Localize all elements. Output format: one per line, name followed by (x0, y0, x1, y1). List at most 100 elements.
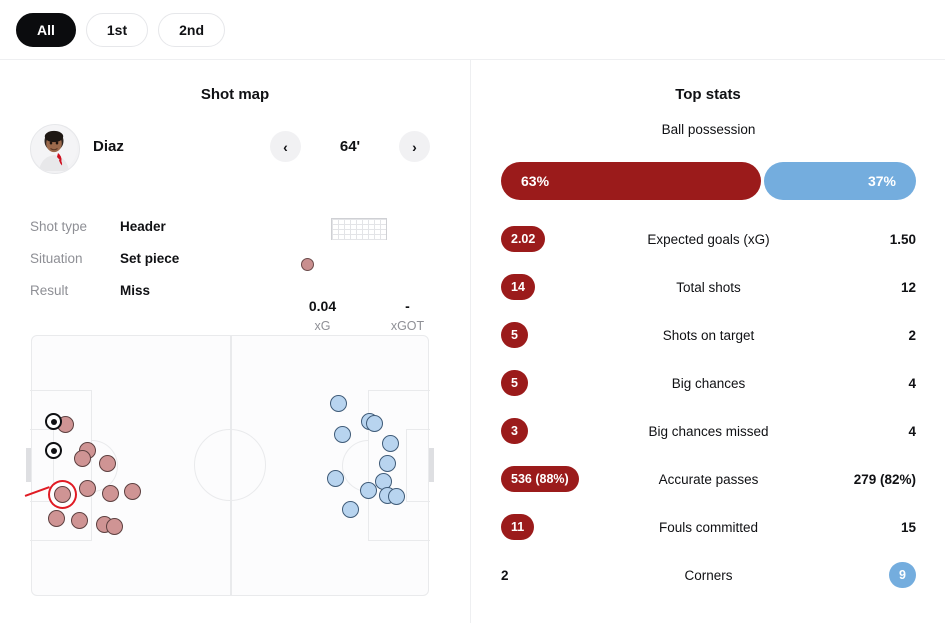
detail-label: Result (30, 282, 69, 298)
stat-label: Total shots (676, 279, 741, 295)
xg-label: xG (314, 319, 331, 333)
stat-away-cell: 9 (796, 562, 916, 588)
xgot-value: - (405, 298, 410, 314)
stat-home-value: 2 (501, 567, 509, 583)
shot-marker-home[interactable] (71, 512, 88, 529)
panels-container: Shot map Diaz ‹ 64' › Shot type Header S… (0, 60, 945, 623)
top-stats-title: Top stats (675, 86, 741, 103)
detail-value: Set piece (120, 250, 180, 266)
center-circle (194, 429, 266, 501)
stat-home-badge: 11 (501, 514, 535, 540)
shot-marker-home[interactable] (99, 455, 116, 472)
stat-away-value: 4 (908, 375, 916, 391)
stat-row: 536 (88%) Accurate passes 279 (82%) (501, 455, 916, 503)
stat-away-cell: 2 (796, 328, 916, 343)
tab-all[interactable]: All (16, 12, 76, 47)
stat-away-value: 2 (908, 327, 916, 343)
stat-home-badge: 2.02 (501, 226, 546, 252)
xg-value: 0.04 (308, 298, 337, 314)
shot-marker-home[interactable] (48, 510, 65, 527)
stat-label: Shots on target (662, 327, 755, 343)
shot-marker-away[interactable] (382, 435, 399, 452)
stat-label: Accurate passes (658, 471, 759, 487)
stat-home-cell: 536 (88%) (501, 466, 621, 492)
goal-right (429, 448, 434, 482)
shot-marker-away[interactable] (360, 482, 377, 499)
stat-away-badge: 9 (889, 562, 916, 588)
xgot-label: xGOT (390, 319, 425, 333)
shot-marker-away[interactable] (330, 395, 347, 412)
detail-row-situation: Situation Set piece (30, 242, 280, 274)
stat-row: 3 Big chances missed 4 (501, 407, 916, 455)
stat-home-cell: 5 (501, 322, 621, 348)
possession-away-segment: 37% (763, 162, 916, 200)
stat-home-badge: 536 (88%) (501, 466, 579, 492)
shot-marker-away[interactable] (334, 426, 351, 443)
stat-away-value: 12 (900, 279, 916, 295)
stat-home-badge: 5 (501, 322, 528, 348)
shot-minute: 64' (339, 138, 361, 155)
detail-value: Header (120, 218, 166, 234)
stat-row: 2 Corners 9 (501, 551, 916, 599)
goal-marker-icon[interactable] (45, 413, 62, 430)
chevron-right-icon[interactable]: › (399, 131, 430, 162)
stat-away-cell: 4 (796, 424, 916, 439)
detail-label: Shot type (30, 218, 88, 234)
tab-first-half[interactable]: 1st (85, 12, 149, 47)
goal-left (26, 448, 31, 482)
stat-away-cell: 12 (796, 280, 916, 295)
stat-home-badge: 3 (501, 418, 528, 444)
stat-away-value: 4 (908, 423, 916, 439)
shot-marker-away[interactable] (366, 415, 383, 432)
stat-label: Corners (684, 567, 733, 583)
shot-marker-away[interactable] (327, 470, 344, 487)
stat-label: Fouls committed (658, 519, 759, 535)
pitch-diagram[interactable] (24, 335, 434, 596)
possession-label: Ball possession (661, 122, 756, 137)
detail-row-shot-type: Shot type Header (30, 210, 280, 242)
stat-row: 5 Shots on target 2 (501, 311, 916, 359)
xg-column: 0.04 xG (280, 298, 365, 333)
stat-home-badge: 5 (501, 370, 528, 396)
stat-away-cell: 4 (796, 376, 916, 391)
stat-home-cell: 5 (501, 370, 621, 396)
shot-marker-home[interactable] (79, 480, 96, 497)
stat-away-value: 15 (900, 519, 916, 535)
shot-marker-home[interactable] (124, 483, 141, 500)
chevron-left-icon[interactable]: ‹ (270, 131, 301, 162)
shot-placement-marker (301, 258, 314, 271)
stat-away-cell: 15 (796, 520, 916, 535)
stat-row: 5 Big chances 4 (501, 359, 916, 407)
stat-label: Big chances missed (648, 423, 769, 439)
stat-home-cell: 3 (501, 418, 621, 444)
shot-marker-home[interactable] (106, 518, 123, 535)
shot-marker-selected[interactable] (54, 486, 71, 503)
shot-player-row: Diaz ‹ 64' › (0, 122, 470, 178)
shot-marker-home[interactable] (74, 450, 91, 467)
player-avatar[interactable] (30, 124, 80, 174)
shot-marker-away[interactable] (342, 501, 359, 518)
stat-home-cell: 2 (501, 568, 621, 583)
stat-row: 11 Fouls committed 15 (501, 503, 916, 551)
goal-net-icon (331, 218, 387, 240)
shot-marker-away[interactable] (379, 455, 396, 472)
detail-row-result: Result Miss (30, 274, 280, 306)
stat-away-value: 1.50 (889, 231, 916, 247)
stat-row: 14 Total shots 12 (501, 263, 916, 311)
detail-label: Situation (30, 250, 83, 266)
stats-list: 2.02 Expected goals (xG) 1.50 14 Total shots… (501, 215, 916, 599)
tab-second-half[interactable]: 2nd (158, 12, 226, 47)
xg-values: 0.04 xG - xGOT (280, 298, 450, 333)
shot-marker-away[interactable] (388, 488, 405, 505)
shot-map-title: Shot map (200, 86, 270, 103)
xgot-column: - xGOT (365, 298, 450, 333)
match-stats-screen: All 1st 2nd Shot map Diaz ‹ 64' › Shot t… (0, 0, 945, 623)
goal-marker-icon[interactable] (45, 442, 62, 459)
goal-area-right (406, 429, 430, 502)
stat-away-cell: 1.50 (796, 232, 916, 247)
stat-label: Expected goals (xG) (647, 231, 770, 247)
stat-away-cell: 279 (82%) (796, 472, 916, 487)
shot-marker-home[interactable] (102, 485, 119, 502)
detail-value: Miss (120, 282, 151, 298)
stat-row: 2.02 Expected goals (xG) 1.50 (501, 215, 916, 263)
